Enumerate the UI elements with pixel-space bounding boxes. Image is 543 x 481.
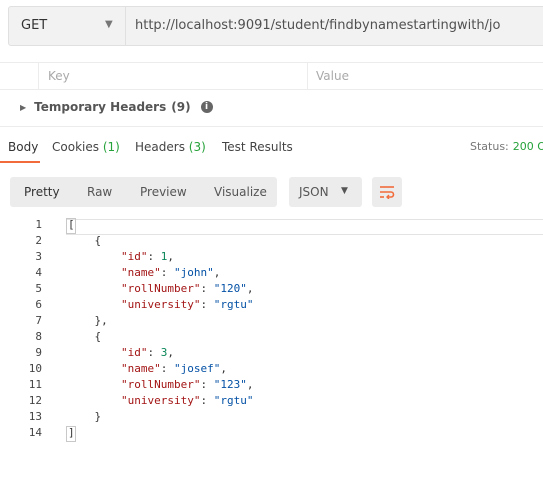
tab-headers-count: (3) [188,140,206,154]
code-text: { [68,234,102,247]
code-text: "name": "john", [120,266,221,279]
code-text: "rollNumber": "123", [120,378,254,391]
code-line: 2 { [0,234,543,250]
info-icon[interactable]: i [200,101,213,113]
line-number: 7 [35,314,42,327]
code-text: "name": "josef", [120,362,227,375]
code-text: ] [68,426,75,439]
code-line: 1[ [0,218,543,235]
request-bar: GET ▼ http://localhost:9091/student/find… [8,6,543,46]
tab-cookies-label: Cookies [52,140,99,154]
line-number: 13 [28,410,42,423]
key-input[interactable]: Key [48,69,70,83]
code-line: 13 } [0,410,543,426]
code-line: 11 "rollNumber": "123", [0,378,543,394]
code-text: "rollNumber": "120", [120,282,254,295]
temporary-headers-label: Temporary Headers [34,100,167,114]
code-text: [ [68,218,75,231]
code-line: 5 "rollNumber": "120", [0,282,543,298]
response-status: Status:200 OK [470,140,543,153]
line-number: 6 [35,298,42,311]
code-line: 3 "id": 1, [0,250,543,266]
raw-button[interactable]: Raw [87,185,112,199]
line-number: 8 [35,330,42,343]
active-tab-indicator [0,161,40,163]
tab-cookies-count: (1) [102,140,120,154]
tab-headers-label: Headers [135,140,185,154]
code-text: } [68,410,102,423]
tab-test-results[interactable]: Test Results [222,140,293,154]
line-number: 9 [35,346,42,359]
tab-body[interactable]: Body [8,140,38,154]
code-line: 12 "university": "rgtu" [0,394,543,410]
response-tabs: Body Cookies (1) Headers (3) Test Result… [0,126,543,165]
caret-right-icon: ▶ [20,102,27,112]
line-number: 5 [35,282,42,295]
code-line: 14] [0,426,543,442]
language-select[interactable]: JSON ▼ [289,177,362,207]
method-select[interactable]: GET ▼ [9,7,126,45]
divider [307,63,308,89]
divider [38,63,39,89]
url-input[interactable]: http://localhost:9091/student/findbyname… [135,18,501,33]
tab-cookies[interactable]: Cookies (1) [52,140,120,154]
code-text: "id": 1, [120,250,174,263]
code-text: { [68,330,102,343]
line-number: 4 [35,266,42,279]
tab-headers[interactable]: Headers (3) [135,140,206,154]
code-line: 9 "id": 3, [0,346,543,362]
preview-button[interactable]: Preview [140,185,187,199]
temporary-headers-toggle[interactable]: ▶ Temporary Headers (9) i [20,100,213,114]
response-body-editor[interactable]: 1[2 {3 "id": 1, 4 "name": "john", 5 "rollN… [0,217,543,481]
line-number: 11 [28,378,42,391]
chevron-down-icon: ▼ [105,19,113,30]
line-number: 2 [35,234,42,247]
code-text: "university": "rgtu" [120,298,254,311]
line-number: 10 [28,362,42,375]
method-label: GET [21,18,48,33]
visualize-button[interactable]: Visualize [214,185,267,199]
code-text: "id": 3, [120,346,174,359]
code-line: 10 "name": "josef", [0,362,543,378]
current-line-highlight [66,219,543,235]
line-number: 14 [28,426,42,439]
code-line: 7 }, [0,314,543,330]
status-label: Status: [470,140,509,153]
line-number: 3 [35,250,42,263]
key-value-row: Key Value [0,62,543,90]
code-line: 6 "university": "rgtu" [0,298,543,314]
pretty-button[interactable]: Pretty [24,185,60,199]
line-number: 1 [35,218,42,231]
code-line: 4 "name": "john", [0,266,543,282]
code-text: "university": "rgtu" [120,394,254,407]
code-line: 8 { [0,330,543,346]
temporary-headers-count: (9) [171,100,191,114]
code-text: }, [68,314,108,327]
wrap-lines-icon [380,186,395,199]
language-label: JSON [299,185,329,199]
format-toolbar: Pretty Raw Preview Visualize [10,177,277,207]
status-value: 200 OK [512,140,543,153]
line-number: 12 [28,394,42,407]
wrap-lines-button[interactable] [372,177,402,207]
value-input[interactable]: Value [316,69,349,83]
chevron-down-icon: ▼ [341,186,348,196]
